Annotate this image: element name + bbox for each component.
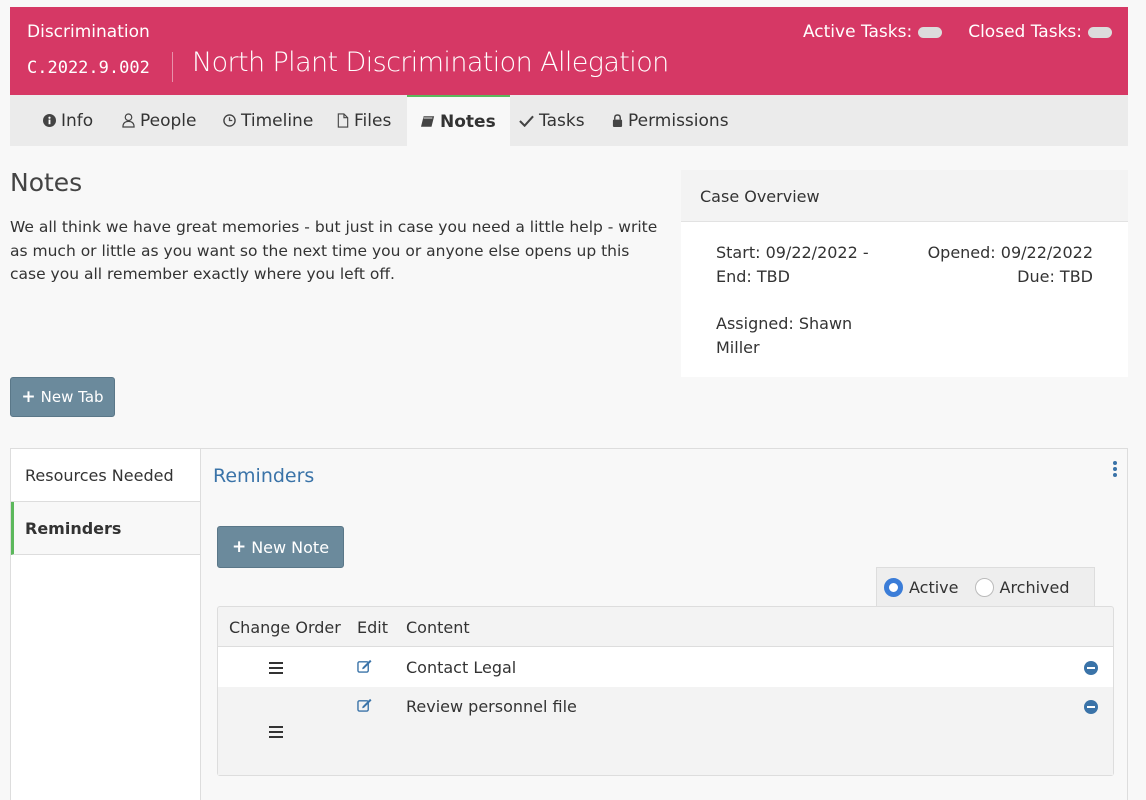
tab-permissions-label: Permissions [628, 110, 729, 131]
tab-notes[interactable]: Notes [407, 95, 510, 146]
column-header-edit: Edit [357, 618, 388, 637]
active-tasks-label: Active Tasks: [802, 22, 913, 42]
edit-icon[interactable] [357, 698, 372, 712]
task-counts: Active Tasks: Closed Tasks: [803, 22, 1112, 42]
header-divider [172, 52, 173, 82]
notes-panel: Resources Needed Reminders Reminders + N… [10, 448, 1128, 800]
case-dates-opened-due: Opened: 09/22/2022 Due: TBD [928, 241, 1093, 289]
status-filter: Active Archived [876, 567, 1095, 607]
case-tab-bar: Info People Timeline Files Notes Tasks P… [10, 95, 1128, 146]
radio-checked-icon[interactable] [884, 578, 903, 597]
plus-icon: + [21, 387, 36, 407]
active-tasks[interactable]: Active Tasks: [802, 22, 943, 42]
tab-tasks[interactable]: Tasks [519, 95, 585, 146]
info-circle-icon [43, 114, 56, 127]
tab-tasks-label: Tasks [539, 110, 585, 131]
notes-table: Change Order Edit Content Contact Legal … [217, 606, 1114, 776]
opened-date: Opened: 09/22/2022 [927, 243, 1093, 262]
file-icon [337, 113, 349, 128]
status-archived-label: Archived [999, 578, 1070, 597]
tab-timeline[interactable]: Timeline [223, 95, 313, 146]
check-icon [519, 115, 534, 127]
note-tab-label: Reminders [25, 518, 122, 538]
edit-icon[interactable] [357, 659, 372, 673]
page-title: Notes [10, 168, 83, 197]
tab-info-label: Info [61, 110, 94, 131]
status-active-option[interactable]: Active [884, 578, 959, 597]
panel-title: Reminders [213, 465, 315, 487]
new-note-button[interactable]: + New Note [217, 526, 344, 568]
table-row: Review personnel file [218, 687, 1113, 775]
user-icon [122, 113, 135, 128]
notes-description: We all think we have great memories - bu… [10, 218, 658, 283]
note-tab-label: Resources Needed [25, 465, 174, 485]
case-number: C.2022.9.002 [27, 58, 150, 78]
remove-icon[interactable] [1084, 661, 1098, 675]
note-tab-resources-needed[interactable]: Resources Needed [11, 449, 200, 502]
table-header: Change Order Edit Content [218, 607, 1113, 647]
new-tab-button[interactable]: + New Tab [10, 377, 115, 417]
closed-tasks-count-pill [1088, 26, 1112, 38]
table-row: Contact Legal [218, 647, 1113, 687]
case-overview-title: Case Overview [681, 170, 1128, 222]
due-date: Due: TBD [1017, 267, 1093, 286]
active-tasks-count-pill [918, 26, 943, 38]
case-type: Discrimination [27, 22, 150, 42]
radio-unchecked-icon[interactable] [974, 578, 994, 597]
column-header-change-order: Change Order [229, 618, 341, 637]
case-header: Discrimination C.2022.9.002 North Plant … [10, 7, 1128, 95]
plus-icon: + [231, 537, 247, 557]
remove-icon[interactable] [1084, 700, 1098, 714]
new-tab-label: New Tab [40, 388, 104, 406]
tab-timeline-label: Timeline [241, 110, 314, 131]
new-note-label: New Note [251, 537, 330, 557]
tab-people-label: People [140, 110, 197, 131]
column-header-content: Content [406, 618, 470, 637]
more-options-icon[interactable] [1113, 461, 1117, 479]
case-title: North Plant Discrimination Allegation [192, 47, 669, 78]
case-overview-card: Case Overview Start: 09/22/2022 - End: T… [681, 170, 1128, 377]
drag-handle-icon[interactable] [269, 726, 283, 741]
book-icon [421, 116, 435, 127]
lock-icon [612, 113, 623, 127]
closed-tasks[interactable]: Closed Tasks: [968, 22, 1112, 42]
note-tab-reminders[interactable]: Reminders [11, 502, 200, 555]
end-date: End: TBD [716, 267, 790, 286]
tab-info[interactable]: Info [43, 95, 93, 146]
tab-people[interactable]: People [122, 95, 196, 146]
tab-permissions[interactable]: Permissions [612, 95, 729, 146]
note-tabs-sidebar: Resources Needed Reminders [11, 449, 201, 800]
tab-files[interactable]: Files [337, 95, 391, 146]
note-content: Review personnel file [406, 697, 577, 716]
status-archived-option[interactable]: Archived [974, 578, 1070, 597]
status-active-label: Active [909, 578, 959, 597]
start-date: Start: 09/22/2022 - [716, 243, 869, 262]
tab-notes-label: Notes [440, 111, 496, 132]
tab-files-label: Files [354, 110, 392, 131]
assigned-to: Assigned: Shawn Miller [716, 314, 853, 357]
note-content: Contact Legal [406, 658, 517, 677]
closed-tasks-label: Closed Tasks: [968, 22, 1082, 42]
case-dates-start-end: Start: 09/22/2022 - End: TBD [716, 241, 891, 289]
clock-icon [223, 114, 236, 127]
drag-handle-icon[interactable] [269, 662, 283, 677]
